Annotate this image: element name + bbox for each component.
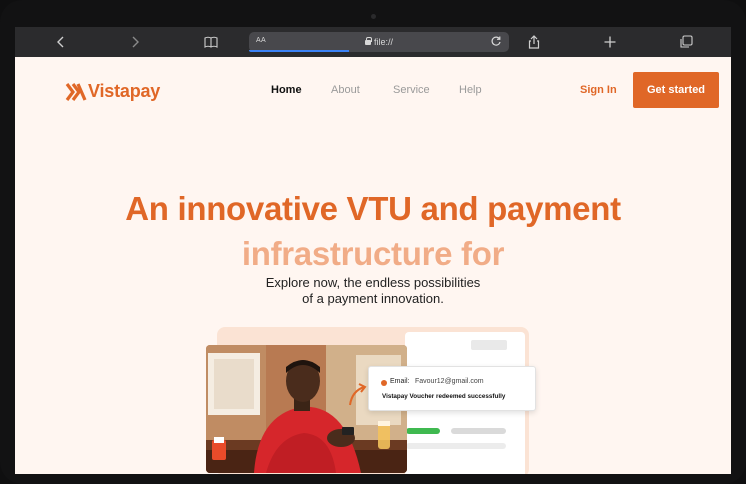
get-started-button[interactable]: Get started xyxy=(633,72,719,108)
notification-dot-icon xyxy=(381,380,387,386)
hero-heading-line1: An innovative VTU and payment xyxy=(125,190,621,227)
lock-icon xyxy=(364,37,372,45)
address-bar[interactable]: AA file:// xyxy=(249,32,509,52)
sign-in-link[interactable]: Sign In xyxy=(580,84,617,96)
tabs-overview-icon[interactable] xyxy=(677,33,695,51)
mock-placeholder-bar xyxy=(406,443,506,449)
email-value: Favour12@gmail.com xyxy=(415,378,484,385)
curved-arrow-icon xyxy=(349,383,367,406)
hero-heading-line2: infrastructure for xyxy=(241,235,505,272)
new-tab-icon[interactable] xyxy=(601,33,619,51)
vistapay-logo-icon xyxy=(65,82,87,101)
brand-logo[interactable]: Vistapay xyxy=(65,81,160,102)
reload-icon[interactable] xyxy=(490,35,502,49)
url-text: file:// xyxy=(373,37,393,47)
hero-subtitle-line2: of a payment innovation. xyxy=(302,291,444,306)
mock-progress-green xyxy=(406,428,440,434)
page-load-progress xyxy=(249,50,349,52)
web-page: Vistapay Home About Service Help Sign In… xyxy=(15,57,731,474)
voucher-notification: Email: Favour12@gmail.com Vistapay Vouch… xyxy=(368,366,536,411)
browser-toolbar: AA file:// xyxy=(15,27,731,57)
back-icon[interactable] xyxy=(52,33,70,51)
mock-placeholder-bar xyxy=(451,428,506,434)
email-label: Email: xyxy=(390,378,410,385)
bookmarks-icon[interactable] xyxy=(202,33,220,51)
nav-help[interactable]: Help xyxy=(459,84,482,96)
brand-name: Vistapay xyxy=(88,81,161,101)
notification-message: Vistapay Voucher redeemed successfully xyxy=(382,393,506,400)
nav-home[interactable]: Home xyxy=(271,84,302,96)
share-icon[interactable] xyxy=(525,33,543,51)
nav-service[interactable]: Service xyxy=(393,84,430,96)
front-camera xyxy=(371,14,376,19)
forward-icon[interactable] xyxy=(126,33,144,51)
hero-subtitle: Explore now, the endless possibilities o… xyxy=(15,275,731,307)
mock-app-pill xyxy=(471,340,507,350)
hero-subtitle-line1: Explore now, the endless possibilities xyxy=(265,275,481,290)
nav-about[interactable]: About xyxy=(331,84,360,96)
tablet-frame: AA file:// Vistapay Home About Service H… xyxy=(0,0,746,484)
